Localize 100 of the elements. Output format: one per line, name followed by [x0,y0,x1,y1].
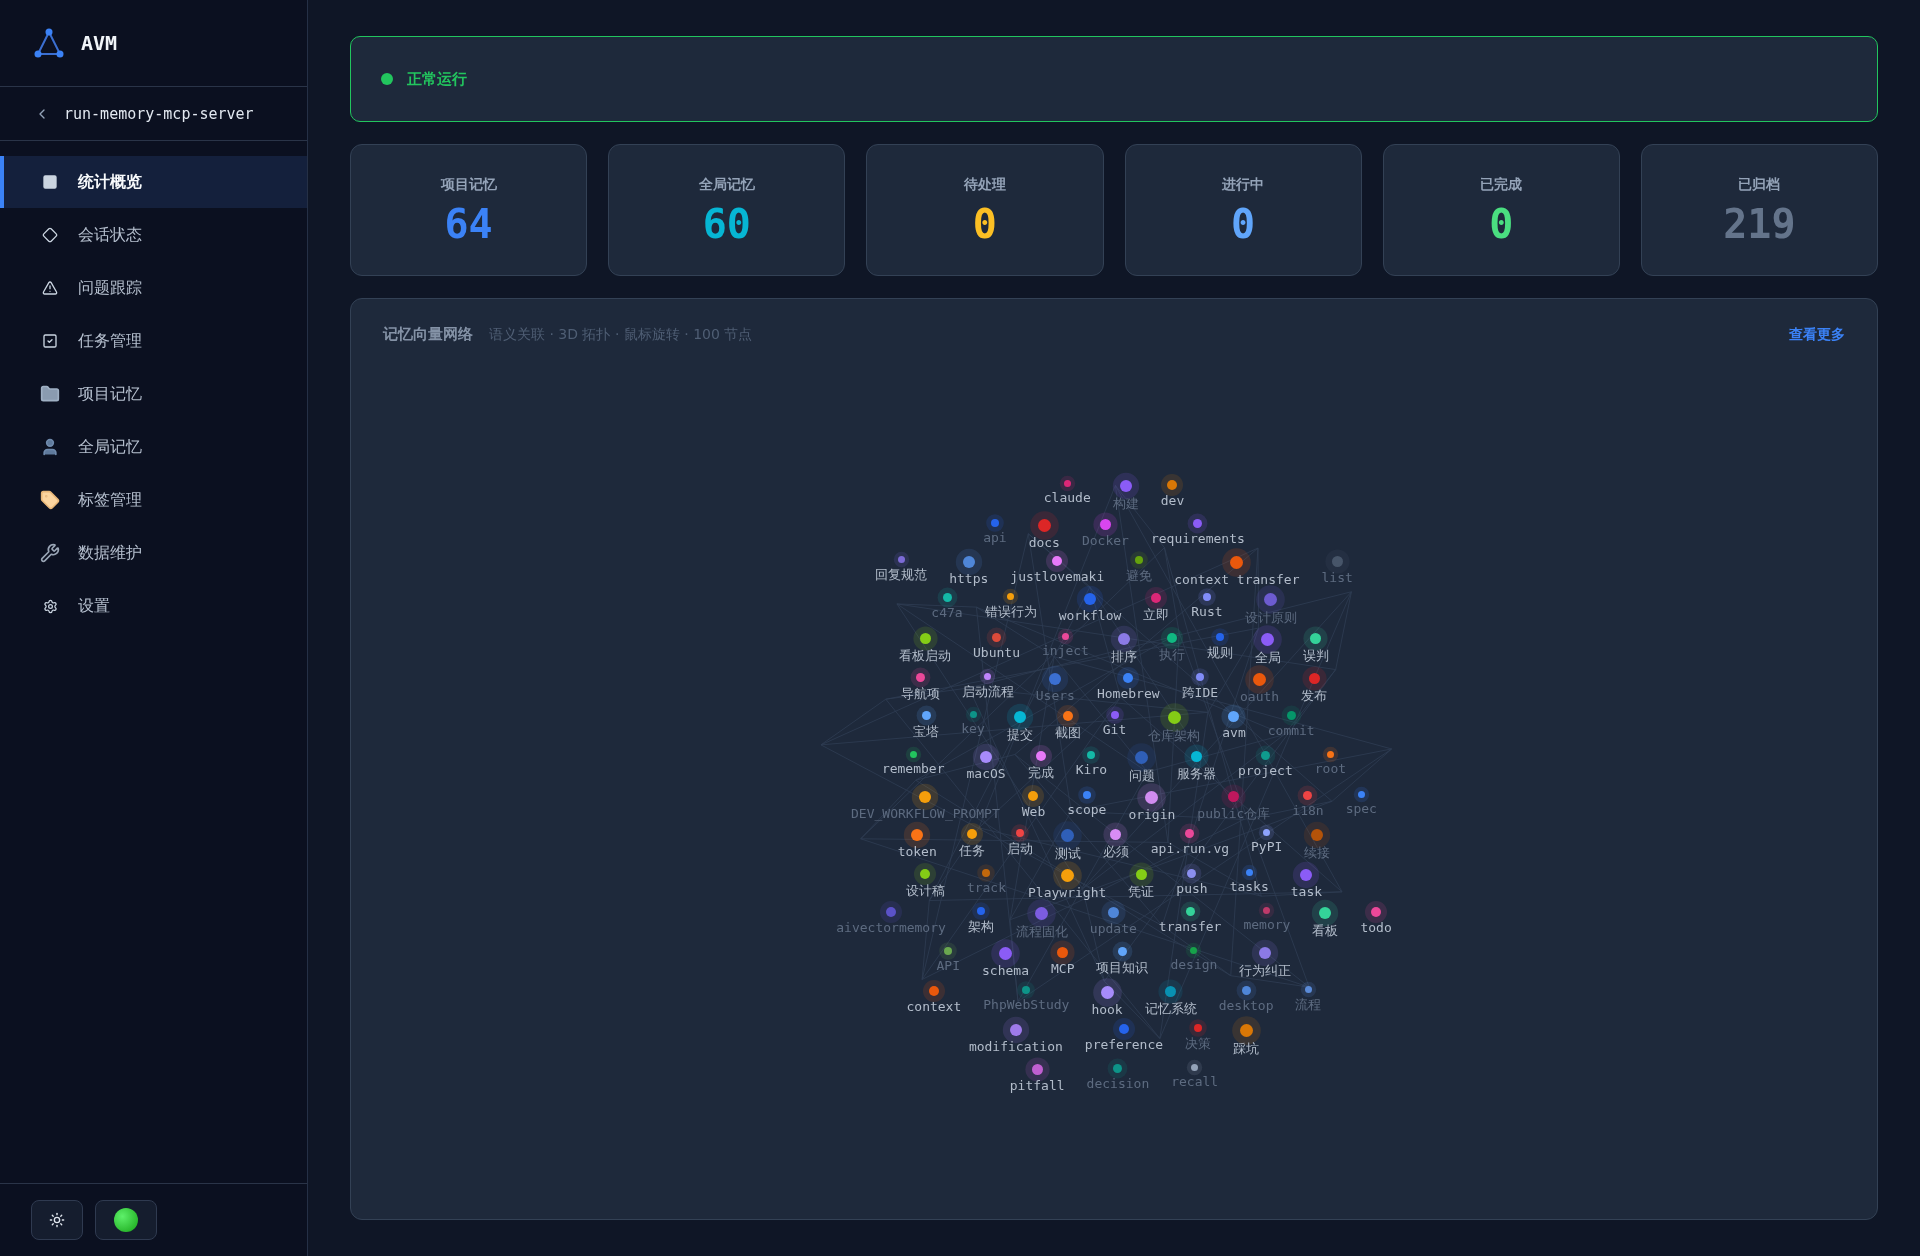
stat-label: 已归档 [1738,176,1781,194]
node-label: PhpWebStudy [983,997,1070,1012]
nav-item[interactable]: 问题跟踪 [0,262,307,314]
node-label: hook [1091,1002,1123,1017]
sun-icon [49,1212,65,1228]
node-label: 必须 [1102,843,1129,861]
node-label: dev [1160,493,1185,508]
status-orb-button[interactable] [95,1200,157,1240]
node-label: oauth [1240,689,1280,704]
node-label: 执行 [1158,646,1185,664]
node-label: Playwright [1028,885,1107,900]
node-label: 仓库架构 [1148,727,1201,745]
node-label: 架构 [967,918,994,936]
node-label: root [1314,761,1347,776]
node-label: design [1170,957,1218,972]
node-label: memory [1243,917,1291,932]
nav-item[interactable]: 设置 [0,580,307,632]
tag-icon [40,490,60,510]
nav-item[interactable]: 数据维护 [0,527,307,579]
node-label: 凭证 [1128,883,1155,901]
node-label: api [983,530,1007,545]
node-label: 测试 [1054,845,1081,863]
node-label: Rust [1191,604,1223,619]
node-label: aivectormemory [836,920,946,935]
diamond-icon [40,225,60,245]
warning-icon [40,278,60,298]
wrench-icon [40,543,60,563]
node-label: track [966,880,1007,895]
node-label: 发布 [1301,687,1328,705]
node-label: 启动流程 [961,683,1014,701]
node-label: Docker [1081,533,1129,548]
node-label: 决策 [1185,1035,1212,1053]
node-label: 排序 [1110,648,1137,666]
node-label: 构建 [1112,495,1139,513]
node-label: Kiro [1075,762,1107,777]
node-label: 任务 [958,842,985,860]
node-label: 跨IDE [1181,684,1219,702]
node-label: preference [1084,1037,1164,1052]
node-label: modification [968,1039,1063,1054]
node-label: API [936,958,960,973]
node-label: 立即 [1143,606,1170,624]
node-label: tasks [1229,879,1269,894]
stat-value: 0 [1231,204,1256,244]
node-label: key [961,721,985,736]
theme-button[interactable] [31,1200,83,1240]
stat-value: 0 [972,204,997,244]
node-label: DEV_WORKFLOW_PROMPT [851,806,1000,821]
node-label: todo [1360,920,1392,935]
nav-item[interactable]: 项目记忆 [0,368,307,420]
node-label: requirements [1150,531,1245,546]
node-label: 踩坑 [1233,1040,1260,1058]
nav-item[interactable]: 统计概览 [0,156,307,208]
project-back-button[interactable]: run-memory-mcp-server [0,87,307,141]
node-label: Web [1021,804,1046,819]
node-label: Homebrew [1096,686,1160,701]
node-label: Ubuntu [973,645,1020,660]
stat-label: 待处理 [963,176,1006,194]
orb-icon [114,1208,138,1232]
nav-item[interactable]: 全局记忆 [0,421,307,473]
node-label: context [906,999,962,1014]
stat-label: 项目记忆 [440,176,497,194]
node-label: i18n [1292,803,1324,818]
stat-value: 60 [702,204,751,244]
node-label: 回复规范 [875,566,928,584]
app-name: AVM [81,31,118,55]
status-text: 正常运行 [407,69,467,89]
stat-label: 全局记忆 [698,176,755,194]
node-label: Git [1102,722,1127,737]
node-label: push [1176,881,1208,896]
view-more-link[interactable]: 查看更多 [1789,325,1845,344]
node-label: PyPI [1251,839,1283,854]
panel-title: 记忆向量网络 [383,325,473,344]
node-label: pitfall [1009,1078,1065,1093]
node-label: https [949,571,989,586]
nav-item[interactable]: 标签管理 [0,474,307,526]
node-label: 设计稿 [905,882,945,900]
node-label: 项目知识 [1096,959,1149,977]
node-label: 截图 [1054,724,1081,742]
node-label: context transfer [1174,572,1300,587]
node-label: transfer [1158,919,1222,934]
node-label: list [1321,570,1353,585]
node-label: 启动 [1006,840,1033,858]
node-label: decision [1086,1076,1150,1091]
checkbox-icon [40,331,60,351]
node-label: 完成 [1027,764,1054,782]
node-label: inject [1042,643,1089,658]
node-label: commit [1267,723,1315,738]
node-label: 续接 [1304,844,1331,862]
node-label: 误判 [1302,647,1329,665]
node-label: 错误行为 [984,603,1037,621]
nav-item[interactable]: 会话状态 [0,209,307,261]
node-label: 流程固化 [1015,923,1068,941]
stat-value: 64 [444,204,493,244]
node-label: schema [982,963,1029,978]
node-label: api.run.vg [1150,841,1230,856]
stat-label: 已完成 [1480,176,1523,194]
node-label: c47a [931,605,963,620]
node-label: public仓库 [1197,805,1271,823]
nav-item[interactable]: 任务管理 [0,315,307,367]
person-icon [40,437,60,457]
